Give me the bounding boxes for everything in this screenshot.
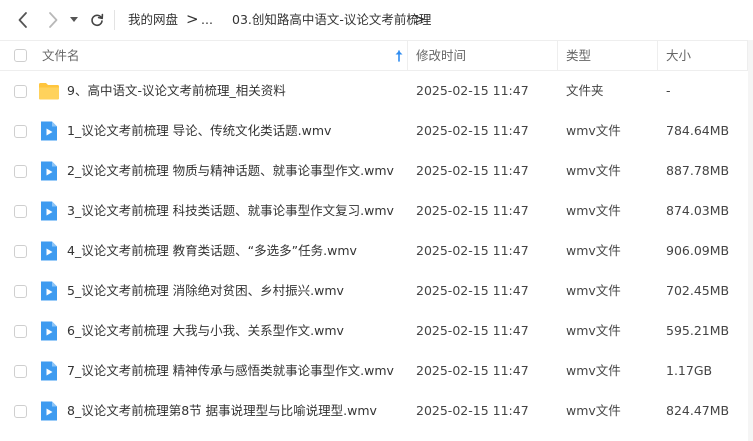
- file-row[interactable]: 6_议论文考前梳理 大我与小我、关系型作文.wmv 2025-02-15 11:…: [0, 311, 748, 351]
- file-row[interactable]: 4_议论文考前梳理 教育类话题、“多选多”任务.wmv 2025-02-15 1…: [0, 231, 748, 271]
- row-checkbox[interactable]: [14, 365, 27, 378]
- file-modified-time: 2025-02-15 11:47: [416, 363, 529, 378]
- folder-icon: [39, 83, 59, 100]
- file-modified-time: 2025-02-15 11:47: [416, 163, 529, 178]
- file-name[interactable]: 1_议论文考前梳理 导论、传统文化类话题.wmv: [67, 111, 331, 151]
- row-checkbox[interactable]: [14, 125, 27, 138]
- file-type: wmv文件: [566, 363, 621, 378]
- file-row[interactable]: 3_议论文考前梳理 科技类话题、就事论事型作文复习.wmv 2025-02-15…: [0, 191, 748, 231]
- column-header-type[interactable]: 类型: [566, 41, 591, 70]
- file-size: 784.64MB: [666, 123, 730, 138]
- file-browser: 我的网盘 > ... 03.创知路高中语文-议论文考前梳理 > 文件名 修改时间…: [0, 0, 753, 441]
- row-checkbox[interactable]: [14, 325, 27, 338]
- history-dropdown-icon[interactable]: [67, 9, 81, 31]
- breadcrumb-separator-icon: >: [186, 10, 199, 28]
- forward-arrow-icon[interactable]: [42, 9, 64, 31]
- file-type: 文件夹: [566, 83, 604, 98]
- file-row[interactable]: 8_议论文考前梳理第8节 据事说理型与比喻说理型.wmv 2025-02-15 …: [0, 391, 748, 431]
- row-checkbox[interactable]: [14, 85, 27, 98]
- file-type: wmv文件: [566, 403, 621, 418]
- select-all-checkbox[interactable]: [14, 49, 27, 62]
- file-name[interactable]: 4_议论文考前梳理 教育类话题、“多选多”任务.wmv: [67, 231, 357, 271]
- file-row[interactable]: 5_议论文考前梳理 消除绝对贫困、乡村振兴.wmv 2025-02-15 11:…: [0, 271, 748, 311]
- row-checkbox[interactable]: [14, 405, 27, 418]
- file-name[interactable]: 7_议论文考前梳理 精神传承与感悟类就事论事型作文.wmv: [67, 351, 394, 391]
- file-size: 887.78MB: [666, 163, 730, 178]
- column-divider[interactable]: [407, 41, 408, 70]
- breadcrumb-ellipsis[interactable]: ...: [201, 11, 213, 29]
- folder-row[interactable]: 9、高中语文-议论文考前梳理_相关资料 2025-02-15 11:47 文件夹…: [0, 71, 748, 111]
- file-name[interactable]: 5_议论文考前梳理 消除绝对贫困、乡村振兴.wmv: [67, 271, 344, 311]
- back-arrow-icon[interactable]: [12, 9, 34, 31]
- scrollbar[interactable]: [748, 40, 753, 441]
- video-file-icon: [41, 401, 57, 421]
- file-type: wmv文件: [566, 283, 621, 298]
- file-size: 702.45MB: [666, 283, 730, 298]
- video-file-icon: [41, 201, 57, 221]
- breadcrumb-root[interactable]: 我的网盘: [128, 11, 178, 29]
- file-type: wmv文件: [566, 243, 621, 258]
- file-name[interactable]: 6_议论文考前梳理 大我与小我、关系型作文.wmv: [67, 311, 344, 351]
- navigation-bar: 我的网盘 > ... 03.创知路高中语文-议论文考前梳理 >: [0, 0, 753, 40]
- video-file-icon: [41, 321, 57, 341]
- video-file-icon: [41, 121, 57, 141]
- sort-ascending-icon[interactable]: [394, 49, 404, 63]
- breadcrumb-separator-icon: >: [413, 10, 426, 28]
- video-file-icon: [41, 281, 57, 301]
- file-modified-time: 2025-02-15 11:47: [416, 203, 529, 218]
- file-name[interactable]: 9、高中语文-议论文考前梳理_相关资料: [67, 71, 286, 111]
- file-modified-time: 2025-02-15 11:47: [416, 323, 529, 338]
- column-divider[interactable]: [557, 41, 558, 70]
- file-modified-time: 2025-02-15 11:47: [416, 243, 529, 258]
- file-name[interactable]: 2_议论文考前梳理 物质与精神话题、就事论事型作文.wmv: [67, 151, 394, 191]
- file-size: 595.21MB: [666, 323, 730, 338]
- video-file-icon: [41, 161, 57, 181]
- column-header-modified[interactable]: 修改时间: [416, 41, 466, 70]
- file-name[interactable]: 3_议论文考前梳理 科技类话题、就事论事型作文复习.wmv: [67, 191, 394, 231]
- file-modified-time: 2025-02-15 11:47: [416, 283, 529, 298]
- file-size: 824.47MB: [666, 403, 730, 418]
- file-row[interactable]: 1_议论文考前梳理 导论、传统文化类话题.wmv 2025-02-15 11:4…: [0, 111, 748, 151]
- file-modified-time: 2025-02-15 11:47: [416, 123, 529, 138]
- video-file-icon: [41, 361, 57, 381]
- file-type: wmv文件: [566, 203, 621, 218]
- nav-divider: [114, 10, 115, 30]
- column-header-size[interactable]: 大小: [666, 41, 691, 70]
- row-checkbox[interactable]: [14, 285, 27, 298]
- file-name[interactable]: 8_议论文考前梳理第8节 据事说理型与比喻说理型.wmv: [67, 391, 377, 431]
- file-row[interactable]: 2_议论文考前梳理 物质与精神话题、就事论事型作文.wmv 2025-02-15…: [0, 151, 748, 191]
- file-type: wmv文件: [566, 163, 621, 178]
- file-size: -: [666, 83, 671, 98]
- file-size: 1.17GB: [666, 363, 713, 378]
- column-header: 文件名 修改时间 类型 大小: [0, 40, 753, 71]
- row-checkbox[interactable]: [14, 165, 27, 178]
- file-modified-time: 2025-02-15 11:47: [416, 83, 529, 98]
- row-checkbox[interactable]: [14, 205, 27, 218]
- column-header-name[interactable]: 文件名: [42, 41, 80, 70]
- file-modified-time: 2025-02-15 11:47: [416, 403, 529, 418]
- file-size: 874.03MB: [666, 203, 730, 218]
- row-checkbox[interactable]: [14, 245, 27, 258]
- breadcrumb-current[interactable]: 03.创知路高中语文-议论文考前梳理: [232, 11, 431, 29]
- column-divider[interactable]: [657, 41, 658, 70]
- file-type: wmv文件: [566, 323, 621, 338]
- file-row[interactable]: 7_议论文考前梳理 精神传承与感悟类就事论事型作文.wmv 2025-02-15…: [0, 351, 748, 391]
- file-size: 906.09MB: [666, 243, 730, 258]
- video-file-icon: [41, 241, 57, 261]
- file-type: wmv文件: [566, 123, 621, 138]
- refresh-icon[interactable]: [86, 9, 108, 31]
